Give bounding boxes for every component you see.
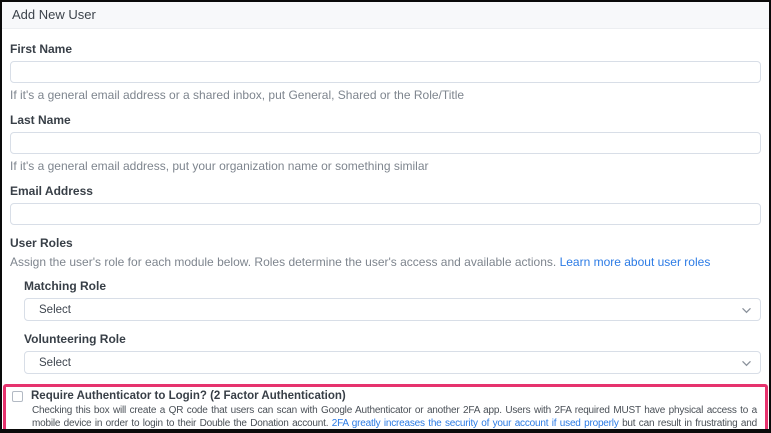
email-label: Email Address <box>10 184 93 198</box>
last-name-helper: If it's a general email address, put you… <box>10 159 429 173</box>
chevron-down-icon <box>742 360 751 366</box>
matching-role-select[interactable]: Select <box>24 298 761 321</box>
first-name-label: First Name <box>10 42 73 56</box>
user-roles-description-text: Assign the user's role for each module b… <box>10 255 557 269</box>
learn-more-user-roles-link[interactable]: Learn more about user roles <box>560 255 711 269</box>
last-name-input[interactable] <box>10 132 761 154</box>
user-roles-description: Assign the user's role for each module b… <box>10 255 761 269</box>
two-factor-security-link[interactable]: 2FA greatly increases the security of yo… <box>332 418 619 429</box>
volunteering-role-selected-value: Select <box>39 356 71 369</box>
two-factor-check-row: Require Authenticator to Login? (2 Facto… <box>12 390 757 402</box>
matching-role-selected-value: Select <box>39 303 71 316</box>
volunteering-role-select[interactable]: Select <box>24 351 761 374</box>
chevron-down-icon <box>742 307 751 313</box>
panel-title: Add New User <box>2 2 769 29</box>
form-body: First Name If it's a general email addre… <box>2 29 769 429</box>
last-name-label: Last Name <box>10 113 71 127</box>
email-input[interactable] <box>10 203 761 225</box>
last-name-group: Last Name If it's a general email addres… <box>10 113 761 173</box>
two-factor-highlight-box: Require Authenticator to Login? (2 Facto… <box>3 384 768 429</box>
two-factor-label[interactable]: Require Authenticator to Login? (2 Facto… <box>31 390 346 402</box>
matching-role-group: Matching Role Select <box>24 279 761 321</box>
volunteering-role-label: Volunteering Role <box>24 332 126 346</box>
first-name-group: First Name If it's a general email addre… <box>10 42 761 102</box>
first-name-input[interactable] <box>10 61 761 83</box>
add-new-user-panel: Add New User First Name If it's a genera… <box>0 0 771 433</box>
user-roles-section: User Roles Assign the user's role for ea… <box>10 236 761 374</box>
first-name-helper: If it's a general email address or a sha… <box>10 88 465 102</box>
two-factor-description: Checking this box will create a QR code … <box>32 405 757 429</box>
roles-indent: Matching Role Select Volunteering Role S… <box>10 279 761 374</box>
matching-role-label: Matching Role <box>24 279 107 293</box>
email-group: Email Address <box>10 184 761 225</box>
user-roles-label: User Roles <box>10 236 73 250</box>
volunteering-role-group: Volunteering Role Select <box>24 332 761 374</box>
two-factor-checkbox[interactable] <box>12 391 23 402</box>
